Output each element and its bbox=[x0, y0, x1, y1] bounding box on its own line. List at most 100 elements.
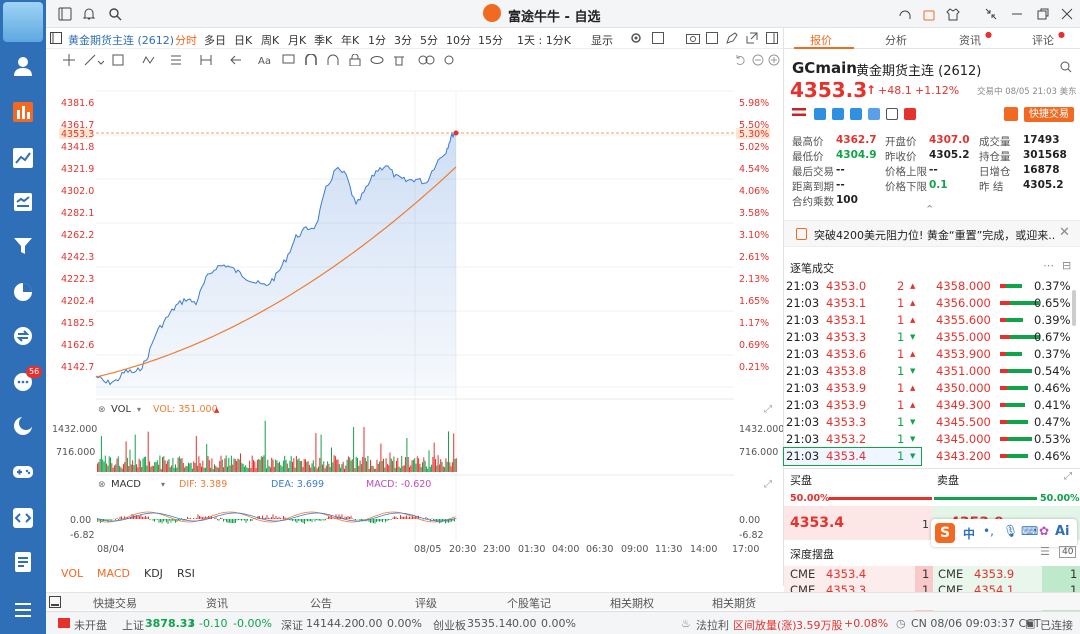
search-icon[interactable] bbox=[1060, 61, 1072, 73]
period-tab-0[interactable]: 分时 bbox=[175, 32, 197, 48]
popout-icon[interactable] bbox=[746, 32, 758, 44]
line-chart-icon[interactable] bbox=[0, 140, 46, 176]
alert-tag-icon[interactable] bbox=[832, 108, 844, 120]
macd-expand-icon[interactable]: ⤢ bbox=[764, 479, 772, 490]
heart-tag-icon[interactable] bbox=[904, 108, 916, 120]
period-tab-9[interactable]: 5分 bbox=[420, 32, 438, 48]
game-icon[interactable] bbox=[0, 454, 46, 490]
vol-settings-icon[interactable]: ⊗ bbox=[98, 405, 106, 415]
display-select[interactable]: 显示 bbox=[591, 32, 613, 48]
ime-lang-icon[interactable]: 中 bbox=[963, 525, 975, 542]
headset-icon[interactable] bbox=[898, 7, 912, 21]
filter-icon[interactable] bbox=[0, 228, 46, 264]
period-tab-3[interactable]: 周K bbox=[261, 32, 279, 48]
ticks-more-icon[interactable]: ⋯ bbox=[1043, 259, 1054, 272]
ime-shirt-icon[interactable]: ✿ bbox=[1039, 524, 1049, 538]
document-icon[interactable] bbox=[0, 544, 46, 580]
ime-ai-icon[interactable]: Ai bbox=[1055, 524, 1070, 539]
search-icon[interactable] bbox=[108, 7, 122, 21]
orderbook-expand-icon[interactable]: ⤢ bbox=[1064, 471, 1072, 482]
moon-icon[interactable] bbox=[0, 408, 46, 444]
period-tab-8[interactable]: 3分 bbox=[394, 32, 412, 48]
restore-icon[interactable] bbox=[1036, 7, 1050, 21]
tab-quote[interactable]: 报价 bbox=[810, 32, 832, 48]
period-tab-7[interactable]: 1分 bbox=[368, 32, 386, 48]
period-tab-1[interactable]: 多日 bbox=[204, 32, 226, 48]
ime-mic-icon[interactable]: 🎙 bbox=[1003, 524, 1018, 538]
text-tool-icon[interactable]: Aa bbox=[258, 54, 278, 66]
bottom-tab-2[interactable]: 公告 bbox=[310, 595, 332, 611]
period-tab-2[interactable]: 日K bbox=[234, 32, 252, 48]
bag-icon[interactable] bbox=[922, 7, 936, 21]
exchange-icon[interactable] bbox=[0, 318, 46, 354]
alert-user[interactable]: 法拉利 bbox=[696, 617, 729, 633]
collapse-icon[interactable] bbox=[984, 7, 998, 21]
tab-news[interactable]: 资讯 bbox=[959, 32, 981, 48]
pie-icon[interactable] bbox=[0, 274, 46, 310]
move-tool-icon[interactable] bbox=[62, 54, 76, 66]
zoom-in-icon[interactable] bbox=[768, 54, 780, 66]
bell-icon[interactable] bbox=[82, 7, 96, 21]
tab-comments[interactable]: 评论 bbox=[1032, 32, 1054, 48]
period-tab-10[interactable]: 10分 bbox=[446, 32, 471, 48]
macd-dropdown-icon[interactable]: ▾ bbox=[161, 480, 165, 489]
checkbox-icon[interactable] bbox=[652, 32, 664, 44]
close-news-icon[interactable]: ✕ bbox=[1059, 225, 1070, 240]
ime-punct-icon[interactable]: •, bbox=[983, 524, 994, 538]
note-tool-icon[interactable] bbox=[282, 54, 296, 66]
news-banner[interactable]: 突破4200美元阻力位! 黄金“重置”完成，或迎来... ✕ bbox=[784, 220, 1080, 247]
minimize-icon[interactable] bbox=[1010, 7, 1024, 21]
chat-icon[interactable]: 56 bbox=[0, 364, 46, 400]
ime-keyboard-icon[interactable]: ⌨ bbox=[1021, 524, 1038, 538]
ticks-scrollbar[interactable] bbox=[1072, 290, 1076, 326]
depth-row[interactable]: CME 4353.4 1 CME 4353.9 1 bbox=[784, 566, 1080, 583]
ticks-expand-icon[interactable]: ⊟ bbox=[1062, 259, 1071, 272]
zoom-out-icon[interactable] bbox=[752, 54, 764, 66]
indicator-tab-rsi[interactable]: RSI bbox=[177, 567, 195, 580]
doc-tag-icon[interactable] bbox=[886, 108, 898, 120]
minimize-panel-icon[interactable] bbox=[49, 596, 61, 608]
range-select[interactable]: 1天 : 1分K bbox=[517, 32, 571, 48]
note-tag-icon[interactable] bbox=[868, 108, 880, 120]
bottom-tab-3[interactable]: 评级 bbox=[415, 595, 437, 611]
close-panel-icon[interactable] bbox=[766, 32, 778, 44]
period-tab-4[interactable]: 月K bbox=[288, 32, 306, 48]
price-chart[interactable]: 4381.6 4361.7 4341.8 4321.9 4302.0 4282.… bbox=[46, 71, 783, 592]
code-icon[interactable] bbox=[0, 500, 46, 536]
undo-icon[interactable] bbox=[734, 54, 746, 66]
eye-tool-icon[interactable] bbox=[370, 54, 384, 66]
arc-tool-icon[interactable] bbox=[326, 54, 340, 66]
lock-tool-icon[interactable] bbox=[348, 54, 362, 66]
macd-settings-icon[interactable]: ⊗ bbox=[98, 480, 106, 490]
watch-tag-icon[interactable] bbox=[850, 108, 862, 120]
quick-trade-button[interactable]: 快捷交易 bbox=[1024, 107, 1074, 122]
arrow-tool-icon[interactable] bbox=[230, 54, 250, 66]
vol-dropdown-icon[interactable]: ▾ bbox=[137, 405, 141, 414]
draw-settings-icon[interactable] bbox=[442, 54, 456, 66]
app-logo[interactable] bbox=[3, 2, 43, 42]
shirt-icon[interactable] bbox=[946, 7, 960, 21]
collapse-chevron-icon[interactable]: ⌃ bbox=[925, 203, 934, 216]
trash-tool-icon[interactable] bbox=[392, 54, 406, 66]
trade-icon[interactable] bbox=[0, 184, 46, 220]
bar-chart-icon[interactable] bbox=[0, 94, 46, 130]
settings-icon[interactable] bbox=[630, 32, 642, 44]
symbol-label[interactable]: 黄金期货主连 (2612) bbox=[68, 32, 174, 48]
depth-settings-icon[interactable]: ☰ bbox=[1040, 545, 1050, 558]
wave-tool-icon[interactable] bbox=[142, 54, 162, 66]
magnet-tool-icon[interactable] bbox=[304, 54, 318, 66]
sidebar-toggle-icon[interactable] bbox=[50, 32, 62, 44]
expand-icon[interactable] bbox=[706, 32, 718, 44]
ime-toolbar[interactable]: S 中 •, 🎙 ⌨ ✿ Ai bbox=[931, 519, 1077, 547]
bottom-tab-4[interactable]: 个股笔记 bbox=[507, 595, 551, 611]
bottom-tab-0[interactable]: 快捷交易 bbox=[93, 595, 137, 611]
indicator-tab-kdj[interactable]: KDJ bbox=[144, 567, 163, 580]
user-icon[interactable] bbox=[0, 48, 46, 84]
fib-tool-icon[interactable] bbox=[170, 54, 190, 66]
bottom-tab-6[interactable]: 相关期货 bbox=[712, 595, 756, 611]
layout-icon[interactable] bbox=[58, 7, 72, 21]
depth-count[interactable]: 40 bbox=[1059, 546, 1077, 558]
menu-icon[interactable] bbox=[0, 592, 46, 628]
bottom-tab-1[interactable]: 资讯 bbox=[206, 595, 228, 611]
camera-icon[interactable] bbox=[686, 32, 700, 44]
